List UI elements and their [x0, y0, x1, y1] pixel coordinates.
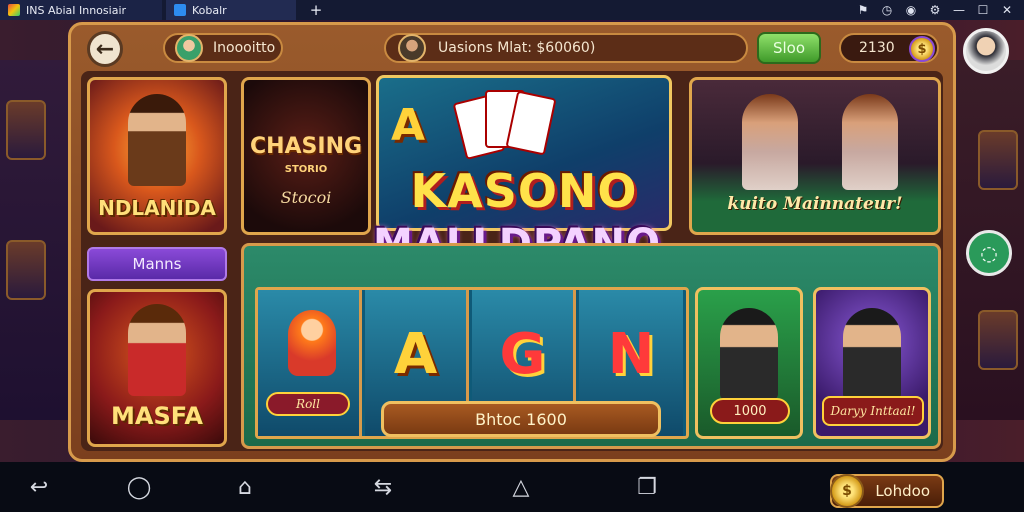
recent-apps-icon[interactable]: ❐ [632, 472, 662, 502]
reel-symbol: N [607, 321, 655, 387]
triangle-home-icon[interactable]: △ [506, 472, 536, 502]
slot-machine-decoration [978, 310, 1018, 370]
profile-pill[interactable]: Inoooitto [163, 33, 283, 63]
singer-figure [843, 308, 901, 400]
tile-title: CHASING [249, 134, 363, 159]
tile-script: Stocoi [280, 188, 332, 207]
coin-balance[interactable]: 2130 $ [839, 33, 939, 63]
menu-category-button[interactable]: Manns [87, 247, 227, 281]
hostess-figure [742, 94, 798, 190]
user-avatar[interactable] [963, 28, 1009, 74]
rotate-icon[interactable]: ⇆ [368, 472, 398, 502]
game-tile-ndlanida[interactable]: NDLANIDA [87, 77, 227, 235]
tile-badge: 1000 [710, 398, 790, 424]
playing-cards-graphic [452, 90, 569, 160]
settings-icon[interactable]: ⚙ [928, 3, 942, 17]
featured-letter: A [391, 100, 426, 151]
clock-icon[interactable]: ◷ [880, 3, 894, 17]
bell-icon[interactable]: ⚑ [856, 3, 870, 17]
tile-label: NDLANIDA [98, 196, 216, 220]
app-icon [8, 4, 20, 16]
search-icon[interactable]: ◯ [124, 472, 154, 502]
tab-app-1[interactable]: INS AbiaI Innosiair [0, 0, 162, 20]
slot-machine-decoration [6, 100, 46, 160]
roll-label: Roll [266, 392, 350, 416]
close-icon[interactable]: ✕ [1000, 3, 1014, 17]
store-button[interactable]: Sloo [757, 32, 821, 64]
lobby-label: Lohdoo [875, 482, 930, 500]
featured-title: KASONO [410, 164, 638, 218]
lobby-button[interactable]: $ Lohdoo [830, 474, 944, 508]
tile-label: MASFA [111, 402, 203, 430]
window-controls: ⚑ ◷ ◉ ⚙ — ☐ ✕ [856, 3, 1024, 17]
reel-symbol: G [499, 321, 546, 387]
tile-label: kuito Mainnateur! [727, 194, 903, 214]
tab-label: INS AbiaI Innosiair [26, 3, 127, 17]
slot-machine-decoration [6, 240, 46, 300]
slot-machine-decoration [978, 130, 1018, 190]
back-arrow-icon[interactable]: ↩ [24, 472, 54, 502]
slot-reel-character: Roll [258, 290, 362, 436]
banner-avatar [398, 34, 426, 62]
cowboy-figure [128, 94, 186, 186]
tab-app-2[interactable]: Kobalr [166, 0, 296, 20]
reel-symbol: A [393, 321, 438, 387]
poker-player-figure [720, 308, 778, 400]
game-tile-singer[interactable]: Daryy Inttaal! [813, 287, 931, 439]
bet-button[interactable]: Bhtoc 1600 [381, 401, 661, 437]
emulator-window: INS AbiaI Innosiair Kobalr + ⚑ ◷ ◉ ⚙ — ☐… [0, 0, 1024, 512]
left-background-decoration [0, 60, 70, 420]
maximize-icon[interactable]: ☐ [976, 3, 990, 17]
home-icon[interactable]: ⌂ [230, 472, 260, 502]
coin-icon: $ [909, 36, 935, 62]
featured-game-kasono[interactable]: A KASONO [376, 75, 672, 231]
emulator-top-bar: INS AbiaI Innosiair Kobalr + ⚑ ◷ ◉ ⚙ — ☐… [0, 0, 1024, 20]
coin-amount: 2130 [859, 40, 895, 56]
game-tile-masfa[interactable]: MASFA [87, 289, 227, 447]
app-icon [174, 4, 186, 16]
game-tile-poker[interactable]: 1000 [695, 287, 803, 439]
game-lobby-frame: ← Inoooitto Uasions Mlat: $60060) Sloo 2… [68, 22, 956, 462]
tab-label: Kobalr [192, 3, 227, 17]
profile-name: Inoooitto [213, 40, 276, 56]
minimize-icon[interactable]: — [952, 3, 966, 17]
back-button[interactable]: ← [87, 31, 123, 67]
cowboy-figure [128, 304, 186, 396]
banner-text: Uasions Mlat: $60060) [438, 40, 596, 56]
game-tile-chasing[interactable]: CHASING STORIO Stocoi [241, 77, 371, 235]
jackpot-banner[interactable]: Uasions Mlat: $60060) [384, 33, 748, 63]
profile-avatar [175, 34, 203, 62]
tile-badge: Daryy Inttaal! [822, 396, 924, 426]
tile-subtitle: STORIO [284, 164, 328, 175]
hostess-figure [842, 94, 898, 190]
mascot-figure [288, 310, 336, 376]
chat-bubble-icon[interactable]: ◌ [966, 230, 1012, 276]
new-tab-button[interactable]: + [304, 1, 328, 19]
circle-icon[interactable]: ◉ [904, 3, 918, 17]
game-tile-live-table[interactable]: kuito Mainnateur! [689, 77, 941, 235]
coin-icon: $ [830, 474, 864, 508]
